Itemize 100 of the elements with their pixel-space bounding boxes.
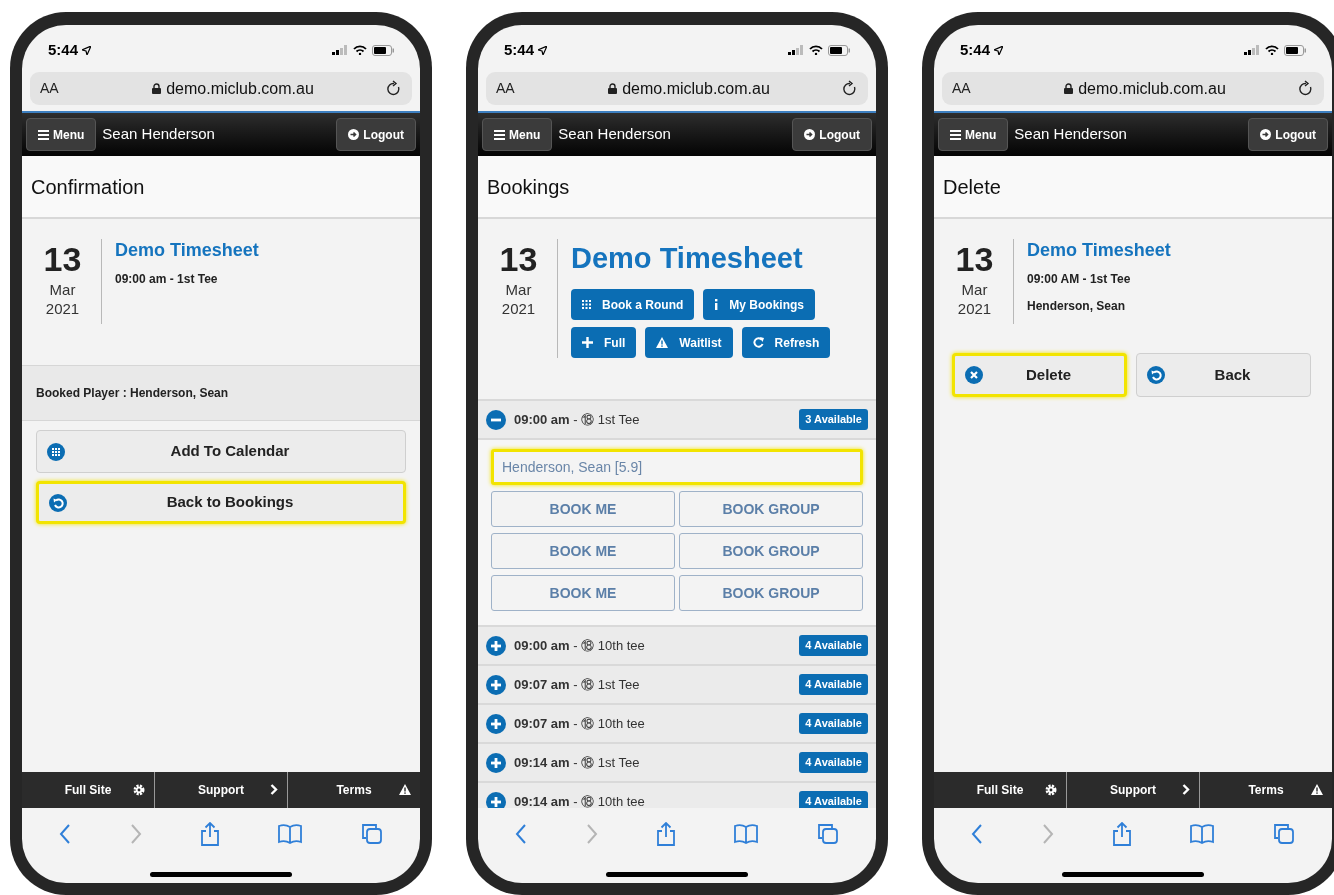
tabs-icon[interactable] [816, 823, 839, 845]
toolbar-button[interactable]: Refresh [741, 327, 831, 358]
availability-badge: 4 Available [799, 635, 868, 656]
tee-time-label: 09:00 am - ⑱ 10th tee [514, 636, 646, 655]
event-day: 13 [499, 239, 538, 279]
reload-icon[interactable] [842, 80, 858, 97]
plus-circle-icon[interactable] [486, 674, 506, 695]
menu-button[interactable]: Menu [938, 118, 1009, 151]
calendar-button[interactable]: Add To Calendar [36, 430, 406, 473]
warning-icon [399, 784, 411, 795]
event-day: 13 [955, 239, 994, 279]
share-icon[interactable] [1111, 822, 1132, 846]
url-text: demo.miclub.com.au [622, 78, 770, 99]
signal-icon [1244, 45, 1260, 55]
text-size-button[interactable]: AA [496, 78, 536, 99]
info-icon [714, 299, 719, 310]
footer-link[interactable]: Full Site [934, 772, 1066, 808]
plus-circle-icon[interactable] [486, 713, 506, 734]
event-month: Mar [505, 280, 532, 299]
back-button[interactable]: Back [1136, 353, 1311, 397]
availability-badge: 4 Available [799, 752, 868, 773]
page-title: Confirmation [31, 174, 145, 200]
book-group-button[interactable]: BOOK GROUP [679, 533, 863, 569]
event-title: Demo Timesheet [1027, 239, 1171, 261]
share-icon[interactable] [199, 822, 220, 846]
page-title: Bookings [487, 174, 570, 200]
back-icon[interactable] [59, 824, 72, 844]
back-button[interactable]: Back to Bookings [36, 481, 406, 524]
battery-icon [372, 44, 394, 56]
menu-button[interactable]: Menu [482, 118, 553, 151]
back-icon[interactable] [971, 824, 984, 844]
url-text: demo.miclub.com.au [1078, 78, 1226, 99]
text-size-button[interactable]: AA [40, 78, 80, 99]
status-time: 5:44 [504, 39, 535, 60]
menu-button[interactable]: Menu [26, 118, 97, 151]
grid-icon [582, 300, 591, 309]
player-field[interactable]: Henderson, Sean [5.9] [491, 449, 863, 485]
toolbar-button[interactable]: Waitlist [645, 327, 733, 358]
battery-icon [828, 44, 850, 56]
logout-button[interactable]: Logout [336, 118, 416, 151]
book-icon[interactable] [278, 824, 303, 844]
location-arrow-icon [538, 45, 548, 55]
location-arrow-icon [82, 45, 92, 55]
footer-link[interactable]: Support [154, 772, 287, 808]
reload-icon[interactable] [1298, 80, 1314, 97]
grid-icon [47, 442, 65, 461]
toolbar-button[interactable]: Book a Round [571, 289, 695, 320]
event-title: Demo Timesheet [571, 241, 803, 275]
user-name: Sean Henderson [558, 124, 672, 145]
footer-link[interactable]: Terms [287, 772, 420, 808]
gear-icon [133, 784, 145, 796]
availability-badge: 4 Available [799, 791, 868, 808]
minus-circle-icon[interactable] [486, 409, 506, 430]
logout-button[interactable]: Logout [1248, 118, 1328, 151]
status-time: 5:44 [48, 39, 79, 60]
address-bar[interactable]: AA demo.miclub.com.au [486, 72, 868, 105]
delete-button[interactable]: Delete [952, 353, 1127, 397]
book-icon[interactable] [734, 824, 759, 844]
menu-icon [494, 129, 505, 140]
event-detail: Henderson, Sean [1027, 298, 1126, 315]
book-group-button[interactable]: BOOK GROUP [679, 575, 863, 611]
availability-badge: 3 Available [799, 409, 868, 430]
book-me-button[interactable]: BOOK ME [491, 533, 675, 569]
tabs-icon[interactable] [1272, 823, 1295, 845]
event-month: Mar [961, 280, 988, 299]
footer-link[interactable]: Support [1066, 772, 1199, 808]
plus-circle-icon[interactable] [486, 752, 506, 773]
footer-link[interactable]: Full Site [22, 772, 154, 808]
tee-time-label: 09:00 am - ⑱ 1st Tee [514, 410, 641, 429]
plus-circle-icon[interactable] [486, 635, 506, 656]
share-icon[interactable] [655, 822, 676, 846]
event-year: 2021 [957, 299, 992, 318]
plus-icon [582, 337, 593, 348]
toolbar-button[interactable]: Full [571, 327, 637, 358]
tee-time-label: 09:14 am - ⑱ 10th tee [514, 792, 646, 808]
tee-time-label: 09:14 am - ⑱ 1st Tee [514, 753, 641, 772]
chevron-right-icon [1182, 784, 1190, 795]
event-title: Demo Timesheet [115, 239, 259, 261]
address-bar[interactable]: AA demo.miclub.com.au [942, 72, 1324, 105]
event-detail: 09:00 AM - 1st Tee [1027, 271, 1131, 288]
text-size-button[interactable]: AA [952, 78, 992, 99]
logout-button[interactable]: Logout [792, 118, 872, 151]
book-icon[interactable] [1190, 824, 1215, 844]
toolbar-button[interactable]: My Bookings [703, 289, 815, 320]
book-me-button[interactable]: BOOK ME [491, 491, 675, 527]
back-icon[interactable] [515, 824, 528, 844]
tabs-icon[interactable] [360, 823, 383, 845]
tee-time-label: 09:07 am - ⑱ 1st Tee [514, 675, 641, 694]
warning-icon [1311, 784, 1323, 795]
battery-icon [1284, 44, 1306, 56]
menu-icon [950, 129, 961, 140]
footer-link[interactable]: Terms [1199, 772, 1332, 808]
user-name: Sean Henderson [1014, 124, 1128, 145]
chevron-right-icon [270, 784, 278, 795]
address-bar[interactable]: AA demo.miclub.com.au [30, 72, 412, 105]
reload-icon[interactable] [386, 80, 402, 97]
book-me-button[interactable]: BOOK ME [491, 575, 675, 611]
page-title: Delete [943, 174, 1001, 200]
wifi-icon [809, 45, 823, 55]
book-group-button[interactable]: BOOK GROUP [679, 491, 863, 527]
